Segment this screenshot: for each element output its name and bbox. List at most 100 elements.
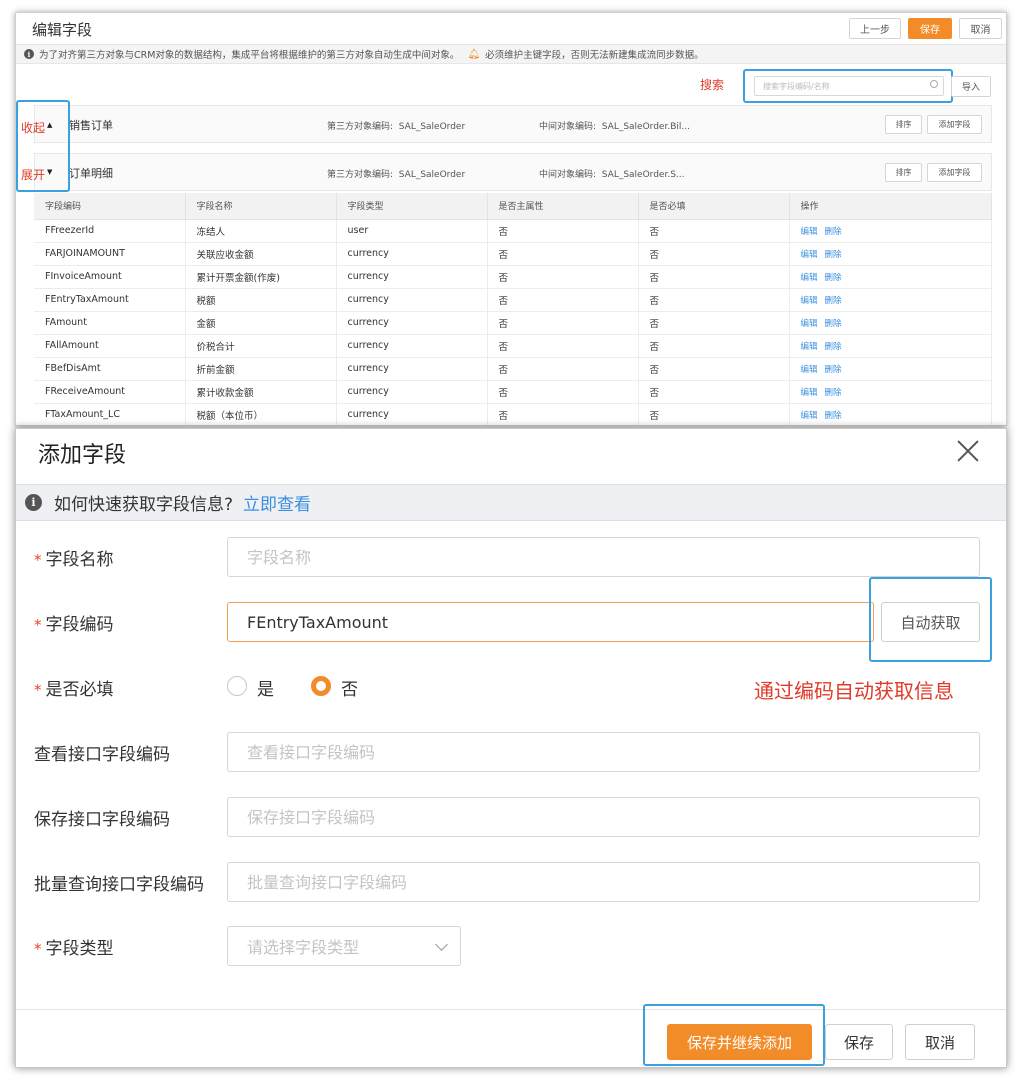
delete-link[interactable]: 删除	[825, 411, 842, 421]
row-actions: 编辑 删除	[789, 242, 992, 266]
required-yes-radio[interactable]	[227, 676, 247, 696]
column-header: 操作	[789, 193, 992, 220]
delete-link[interactable]: 删除	[825, 250, 842, 260]
table-cell: 否	[487, 288, 639, 312]
required-label: * 是否必填	[34, 680, 114, 700]
edit-link[interactable]: 编辑	[801, 250, 818, 260]
table-cell: 否	[638, 334, 790, 358]
delete-link[interactable]: 删除	[825, 388, 842, 398]
edit-link[interactable]: 编辑	[801, 411, 818, 421]
field-type-label: * 字段类型	[34, 939, 114, 959]
table-cell: FBefDisAmt	[34, 357, 186, 381]
add-field-button[interactable]: 添加字段	[927, 163, 982, 182]
required-no-label[interactable]: 否	[341, 675, 358, 700]
dialog-save-button[interactable]: 保存	[825, 1024, 893, 1060]
column-header: 字段类型	[336, 193, 488, 220]
table-cell: 税额	[185, 288, 337, 312]
delete-link[interactable]: 删除	[825, 365, 842, 375]
notice-text: 为了对齐第三方对象与CRM对象的数据结构，集成平台将根据维护的第三方对象自动生成…	[39, 50, 460, 61]
edit-link[interactable]: 编辑	[801, 342, 818, 352]
table-row: FReceiveAmount 累计收款金额 currency 否否编辑 删除	[34, 380, 992, 404]
table-cell: 否	[638, 265, 790, 289]
fields-table: 字段编码 字段名称 字段类型 是否主属性 是否必填 操作 FFreezerId 冻结人 use…	[34, 193, 992, 425]
table-cell: currency	[336, 334, 488, 358]
sort-button[interactable]: 排序	[885, 115, 922, 134]
view-code-input[interactable]	[227, 732, 980, 772]
row-actions: 编辑 删除	[789, 380, 992, 404]
table-row: FInvoiceAmount 累计开票金额(作废) currency 否否编辑 删除	[34, 265, 992, 289]
field-name-input[interactable]	[227, 537, 980, 577]
column-header: 字段编码	[34, 193, 186, 220]
row-actions: 编辑 删除	[789, 219, 992, 243]
field-code-label: * 字段编码	[34, 615, 114, 635]
table-cell: FARJOINAMOUNT	[34, 242, 186, 266]
toggle-highlight	[16, 100, 70, 192]
table-cell: FInvoiceAmount	[34, 265, 186, 289]
edit-link[interactable]: 编辑	[801, 296, 818, 306]
table-cell: 否	[638, 242, 790, 266]
table-cell: currency	[336, 311, 488, 335]
save-code-input[interactable]	[227, 797, 980, 837]
table-cell: 否	[487, 380, 639, 404]
edit-link[interactable]: 编辑	[801, 273, 818, 283]
table-cell: currency	[336, 242, 488, 266]
edit-link[interactable]: 编辑	[801, 319, 818, 329]
info-icon: i	[25, 494, 42, 511]
table-cell: 累计开票金额(作废)	[185, 265, 337, 289]
table-cell: user	[336, 219, 488, 243]
cancel-button[interactable]: 取消	[959, 18, 1002, 39]
panel-header: 编辑字段 上一步 保存 取消	[16, 13, 1006, 43]
required-no-radio[interactable]	[311, 676, 331, 696]
prev-step-button[interactable]: 上一步	[849, 18, 901, 39]
delete-link[interactable]: 删除	[825, 273, 842, 283]
field-type-select[interactable]: 请选择字段类型	[227, 926, 461, 966]
delete-link[interactable]: 删除	[825, 342, 842, 352]
table-cell: currency	[336, 403, 488, 425]
table-cell: 否	[487, 403, 639, 425]
table-cell: 否	[487, 242, 639, 266]
delete-link[interactable]: 删除	[825, 296, 842, 306]
save-button[interactable]: 保存	[908, 18, 952, 39]
table-cell: FAllAmount	[34, 334, 186, 358]
search-highlight	[743, 69, 953, 103]
section-order-detail: 订单明细 第三方对象编码: SAL_SaleOrder 中间对象编码: SAL_…	[34, 153, 992, 191]
table-cell: 否	[487, 219, 639, 243]
table-row: FTaxAmount_LC 税额（本位币） currency 否否编辑 删除	[34, 403, 992, 425]
column-header: 字段名称	[185, 193, 337, 220]
auto-fetch-highlight	[869, 577, 992, 662]
edit-link[interactable]: 编辑	[801, 365, 818, 375]
table-cell: 否	[638, 219, 790, 243]
table-cell: FAmount	[34, 311, 186, 335]
section-sales-order: 销售订单 第三方对象编码: SAL_SaleOrder 中间对象编码: SAL_…	[34, 105, 992, 143]
table-cell: currency	[336, 288, 488, 312]
row-actions: 编辑 删除	[789, 357, 992, 381]
close-icon[interactable]	[954, 437, 982, 465]
tip-text: 如何快速获取字段信息?	[54, 495, 234, 515]
table-cell: FFreezerId	[34, 219, 186, 243]
add-field-dialog: 添加字段 i 如何快速获取字段信息? 立即查看 *字段名称 *字段编码 自动获取…	[15, 428, 1007, 1068]
table-cell: 金额	[185, 311, 337, 335]
batch-code-input[interactable]	[227, 862, 980, 902]
table-cell: currency	[336, 265, 488, 289]
save-code-label: 保存接口字段编码	[34, 810, 170, 830]
auto-fetch-annotation: 通过编码自动获取信息	[754, 679, 954, 703]
delete-link[interactable]: 删除	[825, 319, 842, 329]
delete-link[interactable]: 删除	[825, 227, 842, 237]
edit-link[interactable]: 编辑	[801, 227, 818, 237]
field-code-input[interactable]	[227, 602, 874, 642]
column-header: 是否主属性	[487, 193, 639, 220]
search-annotation: 搜索	[700, 78, 725, 92]
import-button[interactable]: 导入	[951, 76, 991, 97]
page-title: 编辑字段	[32, 21, 93, 39]
table-header: 字段编码 字段名称 字段类型 是否主属性 是否必填 操作	[34, 193, 992, 220]
add-field-button[interactable]: 添加字段	[927, 115, 982, 134]
third-party-code: 第三方对象编码: SAL_SaleOrder	[327, 122, 466, 132]
warning-text: 必须维护主键字段，否则无法新建集成流同步数据。	[485, 50, 704, 61]
required-yes-label[interactable]: 是	[257, 675, 274, 700]
sort-button[interactable]: 排序	[885, 163, 922, 182]
edit-link[interactable]: 编辑	[801, 388, 818, 398]
row-actions: 编辑 删除	[789, 334, 992, 358]
table-row: FBefDisAmt 折前金额 currency 否否编辑 删除	[34, 357, 992, 381]
dialog-cancel-button[interactable]: 取消	[905, 1024, 975, 1060]
view-now-link[interactable]: 立即查看	[243, 490, 311, 515]
